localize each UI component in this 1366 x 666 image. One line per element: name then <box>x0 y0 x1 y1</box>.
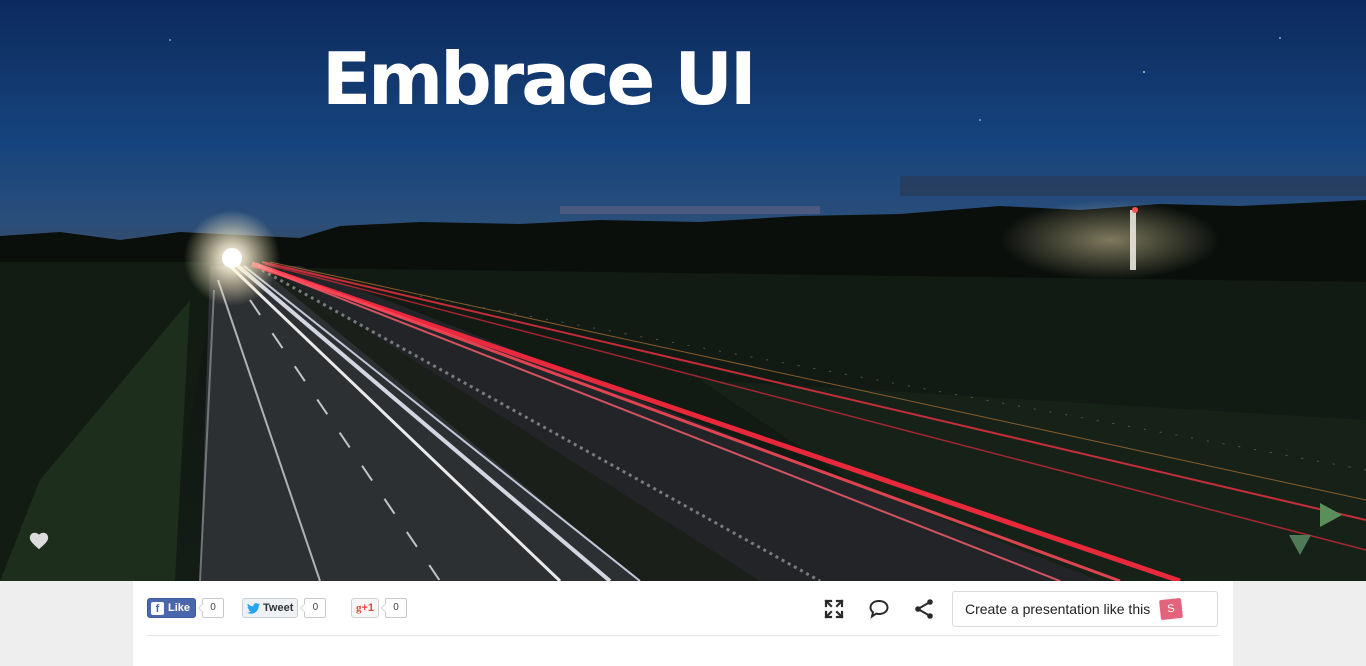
googleplus-count: 0 <box>381 598 408 618</box>
facebook-icon: f <box>151 601 164 615</box>
facebook-like-label: Like <box>168 602 191 614</box>
slides-logo-icon: S <box>1159 597 1184 621</box>
comment-icon[interactable] <box>868 598 890 620</box>
facebook-like-count: 0 <box>198 598 225 618</box>
footer-divider <box>147 635 1219 636</box>
fullscreen-icon[interactable] <box>823 598 845 620</box>
facebook-like-button[interactable]: f Like <box>147 598 197 618</box>
create-presentation-button[interactable]: Create a presentation like this S <box>952 591 1218 627</box>
next-slide-arrow-icon[interactable] <box>1318 502 1344 528</box>
share-icon[interactable] <box>913 598 935 620</box>
googleplus-share: g +1 0 <box>351 597 408 619</box>
footer-bar: f Like 0 Tweet 0 g +1 0 Create a present… <box>133 581 1233 666</box>
tweet-label: Tweet <box>263 602 294 614</box>
twitter-bird-icon <box>247 602 260 614</box>
twitter-share: Tweet 0 <box>242 597 327 619</box>
slide-stage: Embrace UI <box>0 0 1366 581</box>
facebook-share: f Like 0 <box>147 597 225 619</box>
down-slide-arrow-icon[interactable] <box>1288 534 1312 556</box>
googleplus-label: +1 <box>361 602 375 614</box>
googleplus-button[interactable]: g +1 <box>351 598 380 618</box>
create-presentation-label: Create a presentation like this <box>965 601 1151 617</box>
tweet-button[interactable]: Tweet <box>242 598 299 618</box>
heart-icon[interactable] <box>28 530 50 552</box>
slide-title: Embrace UI <box>322 37 757 121</box>
tweet-count: 0 <box>300 598 327 618</box>
